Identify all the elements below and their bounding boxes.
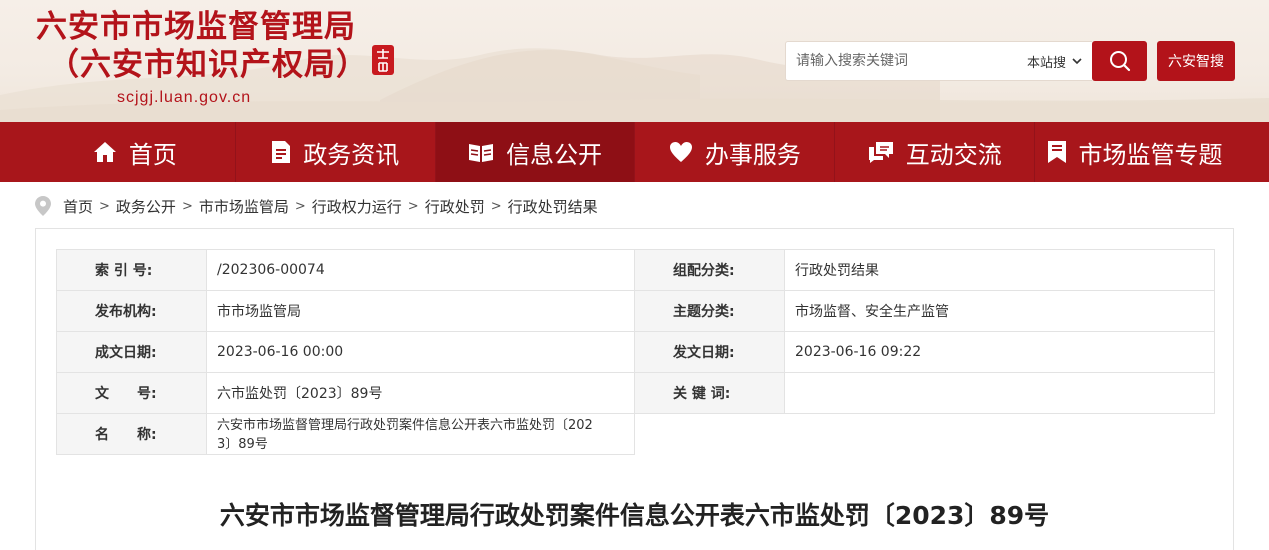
- site-title[interactable]: 六安市市场监督管理局 （六安市知识产权局）: [36, 8, 368, 84]
- heart-icon: [669, 141, 693, 163]
- table-row: 名 称: 六安市市场监督管理局行政处罚案件信息公开表六市监处罚〔202 3〕89…: [56, 413, 1215, 455]
- document-name-value: 六安市市场监督管理局行政处罚案件信息公开表六市监处罚〔202 3〕89号: [206, 413, 635, 455]
- document-number-label: 文 号:: [56, 372, 207, 414]
- breadcrumb-item-home[interactable]: 首页: [63, 196, 93, 217]
- document-name-line1: 六安市市场监督管理局行政处罚案件信息公开表六市监处罚〔202: [217, 418, 593, 433]
- nav-item-interaction[interactable]: 互动交流: [834, 122, 1034, 182]
- site-title-line2: （六安市知识产权局）: [48, 47, 368, 83]
- open-book-icon: [468, 141, 494, 163]
- table-row: 文 号: 六市监处罚〔2023〕89号 关 键 词:: [56, 372, 1215, 414]
- main-nav: 首页 政务资讯 信息公开 办事服务 互动交流 市场监管专题: [0, 122, 1269, 182]
- publisher-label: 发布机构:: [56, 290, 207, 332]
- site-domain: scjgj.luan.gov.cn: [117, 89, 252, 106]
- breadcrumb-separator: >: [99, 198, 110, 214]
- table-row: 索 引 号: /202306-00074 组配分类: 行政处罚结果: [56, 249, 1215, 291]
- breadcrumb-item-admin-power[interactable]: 行政权力运行: [312, 196, 402, 217]
- search-icon: [1109, 51, 1130, 72]
- search-scope-label: 本站搜: [1026, 55, 1066, 71]
- nav-item-label: 信息公开: [506, 140, 603, 169]
- search-input[interactable]: [786, 42, 1027, 80]
- document-name-label: 名 称:: [56, 413, 207, 455]
- category-value: 行政处罚结果: [784, 249, 1215, 291]
- keywords-label: 关 键 词:: [634, 372, 785, 414]
- nav-item-services[interactable]: 办事服务: [634, 122, 834, 182]
- home-icon: [93, 141, 117, 163]
- publisher-value: 市市场监管局: [206, 290, 635, 332]
- smart-search-button[interactable]: 六安智搜: [1157, 41, 1235, 81]
- table-row: 发布机构: 市市场监管局 主题分类: 市场监督、安全生产监管: [56, 290, 1215, 332]
- breadcrumb-separator: >: [490, 198, 502, 214]
- nav-item-label: 市场监管专题: [1078, 140, 1223, 169]
- published-date-label: 发文日期:: [634, 331, 785, 373]
- topic-label: 主题分类:: [634, 290, 785, 332]
- chat-icon: [868, 141, 894, 163]
- nav-item-info-disclosure[interactable]: 信息公开: [434, 122, 635, 182]
- breadcrumb-item-gov-affairs[interactable]: 政务公开: [116, 196, 176, 217]
- breadcrumb-separator: >: [407, 198, 419, 214]
- breadcrumb-separator: >: [294, 198, 306, 214]
- nav-item-home[interactable]: 首页: [35, 122, 235, 182]
- bookmark-icon: [1047, 140, 1067, 164]
- index-number-value: /202306-00074: [206, 249, 635, 291]
- breadcrumb: 首页 > 政务公开 > 市市场监管局 > 行政权力运行 > 行政处罚 > 行政处…: [35, 192, 598, 220]
- index-number-label: 索 引 号:: [56, 249, 207, 291]
- site-header: 六安市市场监督管理局 （六安市知识产权局） scjgj.luan.gov.cn …: [0, 0, 1269, 122]
- created-date-value: 2023-06-16 00:00: [206, 331, 635, 373]
- document-metadata-table: 索 引 号: /202306-00074 组配分类: 行政处罚结果 发布机构: …: [56, 249, 1215, 455]
- article-title: 六安市市场监督管理局行政处罚案件信息公开表六市监处罚〔2023〕89号: [219, 501, 1050, 530]
- search-bar: 本站搜: [785, 41, 1147, 81]
- location-pin-icon: [35, 196, 51, 216]
- document-icon: [271, 140, 291, 164]
- keywords-value: [784, 372, 1215, 414]
- document-number-value: 六市监处罚〔2023〕89号: [206, 372, 635, 414]
- search-box: 本站搜: [785, 41, 1092, 81]
- nav-item-label: 首页: [128, 140, 177, 169]
- site-title-line1: 六安市市场监督管理局: [36, 9, 356, 45]
- chevron-down-icon: [1072, 58, 1082, 65]
- nav-item-label: 政务资讯: [303, 140, 400, 169]
- breadcrumb-item-penalty-results[interactable]: 行政处罚结果: [508, 196, 598, 217]
- empty-cell: [635, 414, 1215, 455]
- category-label: 组配分类:: [634, 249, 785, 291]
- breadcrumb-item-bureau[interactable]: 市市场监管局: [199, 196, 289, 217]
- city-seal-logo: [372, 45, 394, 75]
- breadcrumb-separator: >: [181, 198, 193, 214]
- table-row: 成文日期: 2023-06-16 00:00 发文日期: 2023-06-16 …: [56, 331, 1215, 373]
- created-date-label: 成文日期:: [56, 331, 207, 373]
- search-scope-select[interactable]: 本站搜: [1027, 52, 1092, 71]
- nav-item-label: 办事服务: [704, 140, 801, 169]
- nav-item-label: 互动交流: [905, 140, 1002, 169]
- document-name-line2: 3〕89号: [217, 437, 268, 452]
- published-date-value: 2023-06-16 09:22: [784, 331, 1215, 373]
- topic-value: 市场监督、安全生产监管: [784, 290, 1215, 332]
- nav-item-market-topics[interactable]: 市场监管专题: [1034, 122, 1234, 182]
- nav-item-news[interactable]: 政务资讯: [234, 122, 435, 182]
- breadcrumb-item-penalty[interactable]: 行政处罚: [425, 196, 485, 217]
- search-button[interactable]: [1092, 41, 1147, 81]
